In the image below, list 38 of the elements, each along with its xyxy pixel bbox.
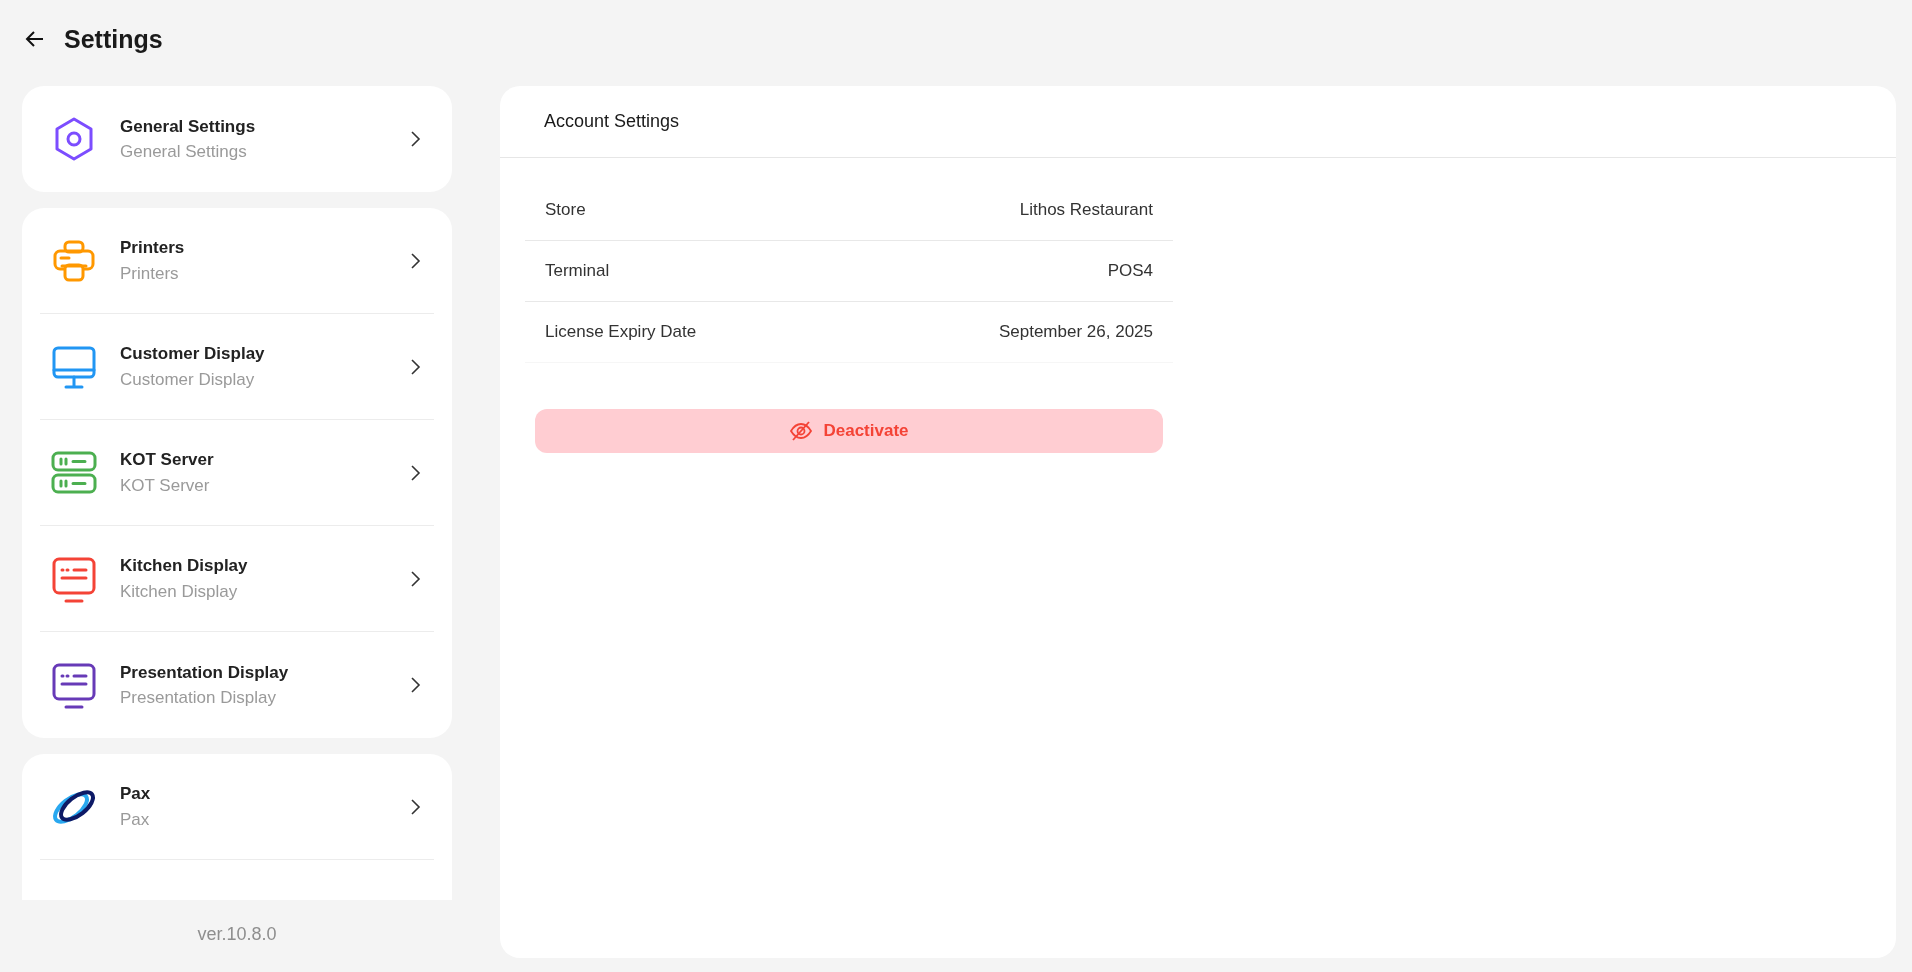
item-subtitle: Printers (120, 262, 180, 285)
settings-item[interactable]: Customer Display Customer Display (40, 314, 434, 420)
settings-item[interactable]: Printers Printers (40, 208, 434, 314)
chevron-right-icon (408, 130, 422, 148)
version-text: ver.10.8.0 (196, 923, 278, 946)
item-subtitle: KOT Server (120, 474, 211, 497)
eye-slash-icon (789, 419, 814, 443)
settings-item[interactable]: Presentation Display Presentation Display (40, 632, 434, 738)
chevron-right-icon (408, 251, 422, 270)
item-title: General Settings (120, 115, 257, 138)
settings-item[interactable]: Pax Pax (40, 754, 434, 860)
panel-title: Account Settings (544, 110, 680, 133)
chevron-right-icon (408, 357, 422, 376)
row-label: License Expiry Date (545, 321, 697, 344)
settings-item[interactable]: General Settings General Settings (40, 86, 434, 192)
row-value: POS4 (1107, 260, 1153, 283)
item-subtitle: Presentation Display (120, 687, 277, 709)
chevron-right-icon (408, 569, 422, 588)
item-title: Customer Display (120, 343, 266, 365)
item-subtitle: Pax (120, 808, 151, 831)
settings-item[interactable]: Kitchen Display Kitchen Display (40, 526, 434, 632)
row-label: Store (545, 199, 586, 222)
row-label: Terminal (545, 260, 610, 283)
chevron-right-icon (408, 676, 422, 694)
page-title: Settings (64, 24, 163, 54)
item-title: Printers (120, 237, 186, 259)
item-title: Presentation Display (120, 661, 290, 684)
item-subtitle: General Settings (120, 141, 248, 163)
settings-item[interactable]: KOT Server KOT Server (40, 420, 434, 526)
item-title: KOT Server (120, 449, 215, 471)
item-title: Kitchen Display (120, 555, 249, 577)
item-subtitle: Customer Display (120, 368, 256, 391)
row-value: Lithos Restaurant (1019, 199, 1153, 222)
item-subtitle: Kitchen Display (120, 580, 239, 603)
item-title: Pax (120, 783, 152, 805)
row-value: September 26, 2025 (998, 321, 1153, 344)
chevron-right-icon (408, 463, 422, 482)
chevron-right-icon (408, 797, 422, 816)
